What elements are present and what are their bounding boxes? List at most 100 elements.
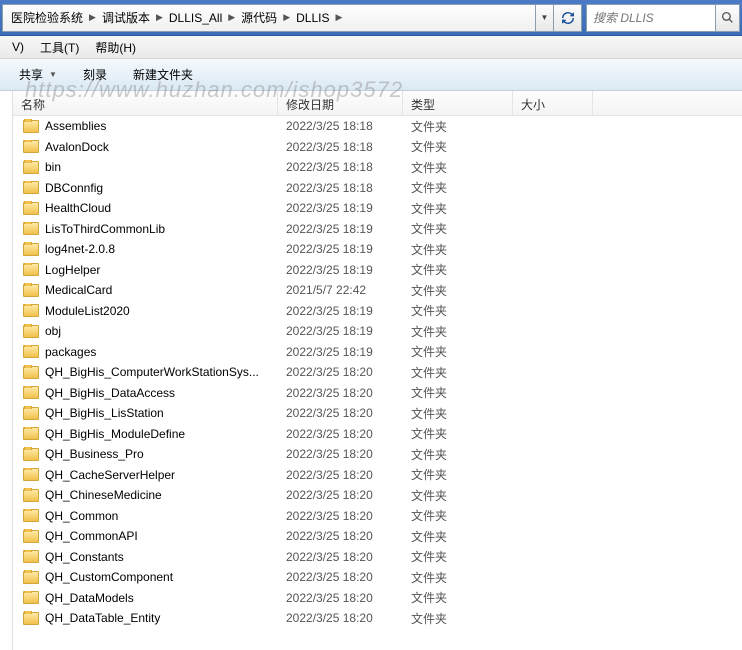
cell-type: 文件夹 <box>403 241 513 258</box>
file-row[interactable]: QH_BigHis_DataAccess2022/3/25 18:20文件夹 <box>13 383 742 404</box>
cell-type: 文件夹 <box>403 446 513 463</box>
file-row[interactable]: AvalonDock2022/3/25 18:18文件夹 <box>13 137 742 158</box>
cell-type: 文件夹 <box>403 159 513 176</box>
folder-icon <box>23 140 39 153</box>
breadcrumb-dropdown-button[interactable]: ▼ <box>536 4 554 32</box>
cell-name: QH_DataModels <box>13 591 278 605</box>
cell-name: QH_ChineseMedicine <box>13 488 278 502</box>
file-name-label: QH_Common <box>45 509 118 523</box>
file-row[interactable]: LisToThirdCommonLib2022/3/25 18:19文件夹 <box>13 219 742 240</box>
file-row[interactable]: QH_Constants2022/3/25 18:20文件夹 <box>13 547 742 568</box>
breadcrumb-segment[interactable]: 源代码 <box>237 5 281 31</box>
menu-help[interactable]: 帮助(H) <box>87 36 144 59</box>
cell-name: QH_CacheServerHelper <box>13 468 278 482</box>
cell-date: 2022/3/25 18:20 <box>278 570 403 584</box>
column-headers: 名称 修改日期 类型 大小 <box>13 91 742 116</box>
file-row[interactable]: HealthCloud2022/3/25 18:19文件夹 <box>13 198 742 219</box>
file-row[interactable]: QH_Common2022/3/25 18:20文件夹 <box>13 506 742 527</box>
file-row[interactable]: QH_CacheServerHelper2022/3/25 18:20文件夹 <box>13 465 742 486</box>
cell-date: 2022/3/25 18:19 <box>278 263 403 277</box>
file-name-label: MedicalCard <box>45 283 112 297</box>
chevron-right-icon[interactable]: ▶ <box>281 12 292 23</box>
file-row[interactable]: QH_Business_Pro2022/3/25 18:20文件夹 <box>13 444 742 465</box>
file-list[interactable]: 名称 修改日期 类型 大小 Assemblies2022/3/25 18:18文… <box>13 91 742 650</box>
folder-icon <box>23 509 39 522</box>
chevron-right-icon[interactable]: ▶ <box>154 12 165 23</box>
file-row[interactable]: obj2022/3/25 18:19文件夹 <box>13 321 742 342</box>
cell-name: QH_BigHis_LisStation <box>13 406 278 420</box>
cell-type: 文件夹 <box>403 138 513 155</box>
file-row[interactable]: packages2022/3/25 18:19文件夹 <box>13 342 742 363</box>
left-pane <box>0 91 13 650</box>
folder-icon <box>23 427 39 440</box>
header-type[interactable]: 类型 <box>403 91 513 115</box>
file-row[interactable]: MedicalCard2021/5/7 22:42文件夹 <box>13 280 742 301</box>
cell-type: 文件夹 <box>403 487 513 504</box>
burn-button[interactable]: 刻录 <box>72 61 118 88</box>
breadcrumb-segment[interactable]: DLLIS <box>292 5 333 31</box>
cell-name: QH_BigHis_ModuleDefine <box>13 427 278 441</box>
chevron-down-icon: ▼ <box>49 70 57 79</box>
file-name-label: packages <box>45 345 96 359</box>
refresh-button[interactable] <box>554 4 582 32</box>
file-row[interactable]: QH_BigHis_ModuleDefine2022/3/25 18:20文件夹 <box>13 424 742 445</box>
file-name-label: QH_CommonAPI <box>45 529 138 543</box>
chevron-right-icon[interactable]: ▶ <box>87 12 98 23</box>
file-row[interactable]: QH_CommonAPI2022/3/25 18:20文件夹 <box>13 526 742 547</box>
breadcrumb[interactable]: 医院检验系统▶调试版本▶DLLIS_All▶源代码▶DLLIS▶ <box>2 4 536 32</box>
file-row[interactable]: QH_BigHis_ComputerWorkStationSys...2022/… <box>13 362 742 383</box>
chevron-right-icon[interactable]: ▶ <box>226 12 237 23</box>
cell-type: 文件夹 <box>403 323 513 340</box>
folder-icon <box>23 202 39 215</box>
file-row[interactable]: log4net-2.0.82022/3/25 18:19文件夹 <box>13 239 742 260</box>
header-name[interactable]: 名称 <box>13 91 278 115</box>
file-row[interactable]: ModuleList20202022/3/25 18:19文件夹 <box>13 301 742 322</box>
file-row[interactable]: Assemblies2022/3/25 18:18文件夹 <box>13 116 742 137</box>
cell-name: QH_CommonAPI <box>13 529 278 543</box>
cell-date: 2022/3/25 18:20 <box>278 591 403 605</box>
menu-v[interactable]: V) <box>4 37 32 57</box>
breadcrumb-segment[interactable]: DLLIS_All <box>165 5 226 31</box>
share-label: 共享 <box>19 66 43 83</box>
cell-type: 文件夹 <box>403 302 513 319</box>
cell-date: 2022/3/25 18:20 <box>278 488 403 502</box>
search-wrap <box>586 4 740 32</box>
search-button[interactable] <box>716 4 740 32</box>
cell-date: 2022/3/25 18:19 <box>278 304 403 318</box>
folder-icon <box>23 571 39 584</box>
file-row[interactable]: QH_BigHis_LisStation2022/3/25 18:20文件夹 <box>13 403 742 424</box>
cell-name: LisToThirdCommonLib <box>13 222 278 236</box>
file-name-label: obj <box>45 324 61 338</box>
file-row[interactable]: QH_DataTable_Entity2022/3/25 18:20文件夹 <box>13 608 742 629</box>
file-name-label: HealthCloud <box>45 201 111 215</box>
file-name-label: QH_BigHis_ModuleDefine <box>45 427 185 441</box>
file-row[interactable]: QH_DataModels2022/3/25 18:20文件夹 <box>13 588 742 609</box>
cell-name: QH_BigHis_ComputerWorkStationSys... <box>13 365 278 379</box>
new-folder-button[interactable]: 新建文件夹 <box>122 61 204 88</box>
file-row[interactable]: QH_ChineseMedicine2022/3/25 18:20文件夹 <box>13 485 742 506</box>
chevron-right-icon[interactable]: ▶ <box>333 12 344 23</box>
header-size[interactable]: 大小 <box>513 91 593 115</box>
breadcrumb-segment[interactable]: 调试版本 <box>98 5 154 31</box>
file-name-label: bin <box>45 160 61 174</box>
cell-date: 2022/3/25 18:18 <box>278 140 403 154</box>
file-row[interactable]: bin 2022/3/25 18:18文件夹 <box>13 157 742 178</box>
cell-name: QH_Common <box>13 509 278 523</box>
cell-date: 2022/3/25 18:18 <box>278 119 403 133</box>
folder-icon <box>23 448 39 461</box>
cell-date: 2022/3/25 18:18 <box>278 160 403 174</box>
cell-type: 文件夹 <box>403 548 513 565</box>
share-button[interactable]: 共享 ▼ <box>8 61 68 88</box>
address-bar: 医院检验系统▶调试版本▶DLLIS_All▶源代码▶DLLIS▶ ▼ <box>0 0 742 36</box>
file-row[interactable]: LogHelper2022/3/25 18:19文件夹 <box>13 260 742 281</box>
folder-icon <box>23 407 39 420</box>
cell-name: log4net-2.0.8 <box>13 242 278 256</box>
file-row[interactable]: QH_CustomComponent2022/3/25 18:20文件夹 <box>13 567 742 588</box>
cell-type: 文件夹 <box>403 343 513 360</box>
search-input[interactable] <box>586 4 716 32</box>
breadcrumb-segment[interactable]: 医院检验系统 <box>7 5 87 31</box>
cell-date: 2022/3/25 18:20 <box>278 386 403 400</box>
menu-tools[interactable]: 工具(T) <box>32 36 87 59</box>
file-row[interactable]: DBConnfig2022/3/25 18:18文件夹 <box>13 178 742 199</box>
header-date[interactable]: 修改日期 <box>278 91 403 115</box>
